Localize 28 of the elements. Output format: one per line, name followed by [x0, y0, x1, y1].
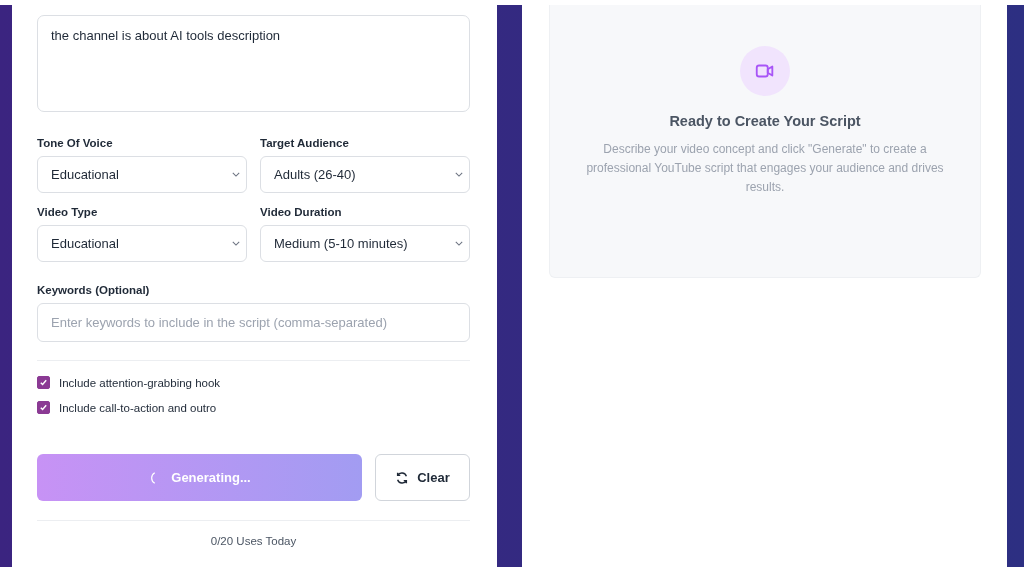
field-label: Tone Of Voice [37, 137, 114, 149]
spinner-icon [148, 469, 158, 486]
chevron-icon [455, 172, 463, 177]
preview-title: Ready to Create Your Script [669, 113, 861, 129]
dropdown[interactable]: Educational [37, 225, 247, 262]
checkmark-icon [39, 403, 48, 412]
field-label: Video Duration [260, 206, 343, 218]
video-camera-icon [740, 46, 790, 96]
usage-count: 0/20 Uses Today [209, 535, 298, 547]
dropdown[interactable]: Adults (26-40) [260, 156, 470, 193]
checkbox[interactable] [37, 376, 50, 389]
checkbox[interactable] [37, 401, 50, 414]
description-field[interactable]: the channel is about AI tools description [37, 15, 470, 112]
checkbox-label: Include attention-grabbing hook [59, 376, 221, 389]
checkbox-label: Include call-to-action and outro [59, 401, 217, 414]
chevron-icon [455, 241, 463, 246]
field-label: Target Audience [260, 137, 350, 149]
field-label: Video Type [37, 206, 99, 218]
checkmark-icon [39, 378, 48, 387]
clear-button[interactable]: Clear [375, 454, 470, 501]
preview-description: Describe your video concept and click "Generate" to create a professional YouTube script that engages your audience and drives results. [585, 141, 945, 196]
chevron-icon [232, 172, 240, 177]
dropdown[interactable]: Medium (5-10 minutes) [260, 225, 470, 262]
field-label: Keywords (Optional) [37, 284, 151, 296]
dropdown[interactable]: Educational [37, 156, 247, 193]
chevron-icon [232, 241, 240, 246]
refresh-icon [395, 470, 410, 485]
keywords-field[interactable]: Enter keywords to include in the script (comma-separated) [37, 303, 470, 342]
